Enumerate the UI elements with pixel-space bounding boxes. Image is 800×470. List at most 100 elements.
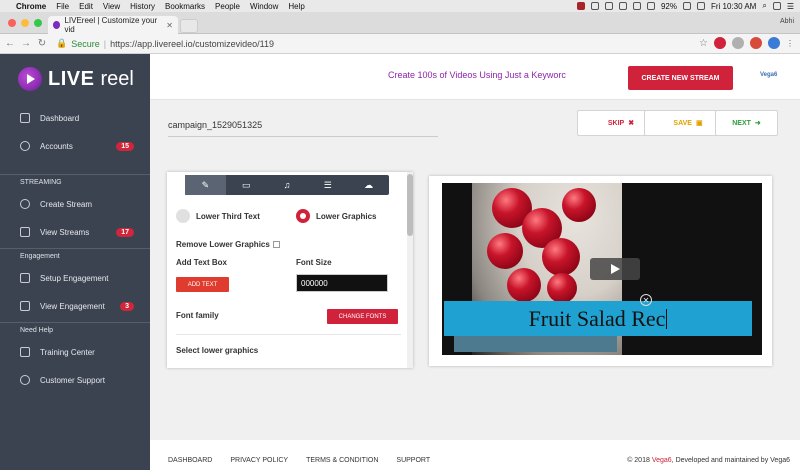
footer-link-terms[interactable]: TERMS & CONDITION bbox=[306, 457, 378, 464]
panel-scrollbar-thumb[interactable] bbox=[407, 174, 413, 236]
url-separator: | bbox=[103, 38, 107, 49]
cherry-image bbox=[562, 188, 596, 222]
remove-lower-graphics-checkbox[interactable] bbox=[272, 241, 280, 249]
add-text-button[interactable]: ADD TEXT bbox=[176, 277, 229, 292]
siri-icon[interactable] bbox=[772, 2, 781, 10]
footer-link-support[interactable]: SUPPORT bbox=[396, 457, 430, 464]
zoom-window-icon[interactable] bbox=[34, 19, 42, 27]
save-label: SAVE bbox=[673, 119, 692, 127]
bookmark-star-icon[interactable]: ☆ bbox=[699, 38, 708, 49]
profile-name[interactable]: Abhi bbox=[780, 18, 794, 25]
menu-app-name[interactable]: Chrome bbox=[16, 2, 46, 11]
wifi-icon[interactable] bbox=[632, 2, 641, 10]
vega6-logo: Vega6 bbox=[760, 72, 778, 78]
menu-people[interactable]: People bbox=[215, 2, 240, 11]
text-cursor bbox=[666, 308, 668, 329]
play-icon[interactable] bbox=[590, 258, 640, 280]
question-icon bbox=[20, 375, 30, 385]
list-icon bbox=[20, 301, 30, 311]
arrow-right-icon: ➜ bbox=[754, 120, 761, 127]
extension-icon[interactable] bbox=[732, 37, 744, 49]
radio-circle-selected[interactable] bbox=[296, 209, 310, 223]
font-family-label: Font family bbox=[176, 311, 219, 320]
remove-lower-graphics-option[interactable]: Remove Lower Graphics bbox=[176, 240, 280, 249]
secure-label: Secure bbox=[71, 38, 100, 49]
status-area: 92% Fri 10:30 AM ⌕ ☰ bbox=[576, 0, 794, 12]
lower-graphic-secondary-bar[interactable] bbox=[454, 336, 617, 352]
checkbox-label: Remove Lower Graphics bbox=[176, 240, 270, 249]
minimize-window-icon[interactable] bbox=[21, 19, 29, 27]
footer-link-privacy[interactable]: PRIVACY POLICY bbox=[230, 457, 288, 464]
input-source-icon[interactable] bbox=[696, 2, 705, 10]
music-icon[interactable]: ♫ bbox=[267, 175, 308, 195]
menu-icon[interactable]: ☰ bbox=[307, 175, 348, 195]
copyright-suffix: , Developed and maintained by Vega6 bbox=[671, 456, 790, 464]
menu-edit[interactable]: Edit bbox=[79, 2, 93, 11]
sidebar-item-training-center[interactable]: Training Center bbox=[0, 338, 150, 366]
new-tab-button[interactable] bbox=[180, 19, 198, 33]
copyright-prefix: © 2018 bbox=[627, 456, 650, 464]
window-icon[interactable]: ▭ bbox=[226, 175, 267, 195]
clock[interactable]: Fri 10:30 AM bbox=[711, 2, 756, 11]
overlay-text[interactable]: Fruit Salad Rec bbox=[529, 306, 666, 332]
extension-icon[interactable] bbox=[750, 37, 762, 49]
cloud-upload-icon[interactable]: ☁ bbox=[348, 175, 389, 195]
lower-graphic-overlay[interactable]: Fruit Salad Rec bbox=[444, 301, 752, 336]
browser-toolbar-right: ☆ ⋮ bbox=[699, 37, 794, 49]
sidebar-item-accounts[interactable]: Accounts 15 bbox=[0, 132, 150, 160]
radio-lower-third-text[interactable]: Lower Third Text bbox=[176, 209, 260, 223]
menu-window[interactable]: Window bbox=[250, 2, 278, 11]
sidebar-item-label: Customer Support bbox=[40, 375, 105, 385]
radio-lower-graphics[interactable]: Lower Graphics bbox=[296, 209, 376, 223]
sidebar-item-dashboard[interactable]: Dashboard bbox=[0, 104, 150, 132]
campaign-name-field[interactable]: campaign_1529051325 bbox=[168, 120, 438, 137]
close-window-icon[interactable] bbox=[8, 19, 16, 27]
battery-percent[interactable]: 92% bbox=[661, 2, 677, 11]
spotlight-icon[interactable]: ⌕ bbox=[762, 1, 766, 11]
video-player[interactable]: Fruit Salad Rec ✕ bbox=[442, 183, 762, 355]
create-new-stream-button[interactable]: CREATE NEW STREAM bbox=[628, 66, 733, 90]
sidebar-item-customer-support[interactable]: Customer Support bbox=[0, 366, 150, 394]
change-fonts-button[interactable]: CHANGE FONTS bbox=[327, 309, 398, 324]
forward-icon[interactable]: → bbox=[20, 38, 32, 49]
menu-bookmarks[interactable]: Bookmarks bbox=[165, 2, 205, 11]
sidebar-item-setup-engagement[interactable]: Setup Engagement bbox=[0, 264, 150, 292]
tab-favicon-icon bbox=[53, 21, 61, 29]
dropbox-icon[interactable] bbox=[604, 2, 613, 10]
volume-icon[interactable] bbox=[646, 2, 655, 10]
browser-tab-active[interactable]: LIVEreel | Customize your vid ✕ bbox=[48, 16, 178, 34]
vega6-link[interactable]: Vega6 bbox=[652, 457, 672, 464]
edit-icon[interactable]: ✎ bbox=[185, 175, 226, 195]
next-button[interactable]: NEXT ➜ bbox=[715, 110, 778, 136]
reload-icon[interactable]: ↻ bbox=[36, 38, 48, 49]
menu-extra-icon[interactable] bbox=[590, 2, 599, 10]
notification-center-icon[interactable]: ☰ bbox=[787, 2, 794, 11]
floppy-icon: ▣ bbox=[695, 120, 703, 127]
livereel-logo[interactable]: LIVE reel bbox=[0, 54, 150, 104]
radio-circle[interactable] bbox=[176, 209, 190, 223]
sidebar-item-view-engagement[interactable]: View Engagement 3 bbox=[0, 292, 150, 320]
menu-history[interactable]: History bbox=[130, 2, 155, 11]
browser-menu-icon[interactable]: ⋮ bbox=[786, 39, 794, 48]
remove-overlay-icon[interactable]: ✕ bbox=[640, 294, 652, 306]
menu-help[interactable]: Help bbox=[288, 2, 304, 11]
battery-icon[interactable] bbox=[682, 2, 691, 10]
extension-icon[interactable] bbox=[714, 37, 726, 49]
close-tab-icon[interactable]: ✕ bbox=[166, 21, 173, 30]
extension-icon[interactable] bbox=[768, 37, 780, 49]
sidebar-item-create-stream[interactable]: Create Stream bbox=[0, 190, 150, 218]
menu-file[interactable]: File bbox=[56, 2, 69, 11]
sidebar-item-label: View Engagement bbox=[40, 301, 105, 311]
video-preview-panel: Fruit Salad Rec ✕ bbox=[429, 176, 772, 366]
url-text[interactable]: https://app.livereel.io/customizevideo/1… bbox=[110, 39, 274, 49]
font-size-input[interactable]: 000000 bbox=[296, 274, 388, 292]
radio-label: Lower Third Text bbox=[196, 211, 260, 221]
menu-view[interactable]: View bbox=[103, 2, 120, 11]
back-icon[interactable]: ← bbox=[4, 38, 16, 49]
sidebar-item-view-streams[interactable]: View Streams 17 bbox=[0, 218, 150, 246]
bluetooth-icon[interactable] bbox=[618, 2, 627, 10]
url-field[interactable]: 🔒 Secure | https://app.livereel.io/custo… bbox=[56, 38, 274, 49]
footer-link-dashboard[interactable]: DASHBOARD bbox=[168, 457, 212, 464]
record-icon[interactable] bbox=[576, 2, 585, 10]
skip-label: SKIP bbox=[607, 119, 625, 127]
